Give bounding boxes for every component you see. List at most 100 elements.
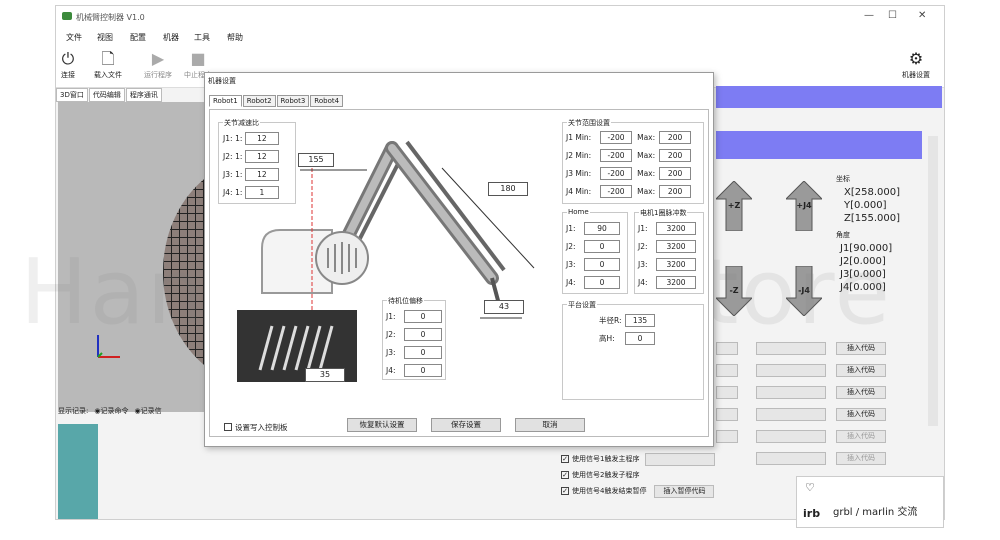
signal-button[interactable] [716, 386, 738, 399]
insert-code-button[interactable]: 插入代码 [836, 452, 886, 465]
checkbox-icon[interactable]: ✓ [561, 487, 569, 495]
community-popup[interactable]: ♡ irb grbl / marlin 交流 [796, 476, 944, 528]
height-input[interactable]: 0 [625, 331, 655, 345]
gear-icon: ⚙ [908, 49, 924, 68]
signal-button[interactable] [756, 364, 826, 377]
signal-options: ✓ 使用信号1触发主程序 ✓ 使用信号2触发子程序 ✓ 使用信号4触发结束暂停 插入暂停… [561, 451, 716, 499]
j1-home-input[interactable]: 90 [584, 221, 620, 235]
irb-logo: irb [803, 507, 821, 520]
write-to-board-checkbox-row[interactable]: 设置写入控制板 [224, 420, 288, 434]
tab-program-comm[interactable]: 程序通讯 [125, 88, 162, 102]
j3-max-input[interactable]: 200 [659, 166, 692, 180]
j4-offset-input[interactable]: 0 [404, 363, 442, 377]
insert-pause-code-button[interactable]: 插入暂停代码 [654, 484, 715, 498]
robot-tabs: Robot1 Robot2 Robot3 Robot4 [209, 95, 344, 107]
jog-z-plus-button[interactable]: +Z [716, 181, 752, 231]
j3-offset-input[interactable]: 0 [404, 345, 442, 359]
insert-code-button[interactable]: 插入代码 [836, 430, 886, 443]
power-icon: ⏻ [61, 49, 75, 68]
j4-pulse-input[interactable]: 3200 [656, 275, 696, 289]
j2-home-input[interactable]: 0 [584, 239, 620, 253]
j4-home-input[interactable]: 0 [584, 275, 620, 289]
tab-robot1[interactable]: Robot1 [209, 95, 242, 107]
menu-view[interactable]: 视图 [97, 32, 113, 43]
j1-min-input[interactable]: -200 [600, 130, 632, 144]
j2-max-input[interactable]: 200 [659, 148, 692, 162]
j1-offset-input[interactable]: 0 [404, 309, 442, 323]
load-file-button[interactable]: 🗋 载入文件 [88, 48, 128, 80]
signal-button[interactable] [645, 452, 716, 466]
radius-input[interactable]: 135 [625, 313, 655, 327]
tab-robot4[interactable]: Robot4 [310, 95, 344, 107]
home-group: Home J1: 90 J2: 0 J3: 0 J4: 0 [562, 208, 628, 294]
pulse-group: 电机1圈脉冲数 J1: 3200 J2: 3200 J3: 3200 J4: 3200 [634, 208, 704, 294]
x-coordinate: X[258.000] [844, 187, 901, 198]
insert-code-button[interactable]: 插入代码 [836, 364, 886, 377]
checkbox-icon[interactable]: ✓ [561, 455, 569, 463]
signal-button[interactable] [716, 430, 738, 443]
log-bar: 显示记录: ◉记录命令 ◉记录信 [58, 406, 206, 420]
app-icon [62, 12, 72, 20]
jog-j4-plus-button[interactable]: +J4 [786, 181, 822, 231]
dim-180-label: 180 [488, 182, 528, 196]
tab-3d-window[interactable]: 3D窗口 [56, 88, 88, 102]
restore-defaults-button[interactable]: 恢复默认设置 [347, 418, 417, 432]
log-label: 显示记录: [58, 407, 89, 415]
write-to-board-checkbox[interactable] [224, 423, 232, 431]
status-bar-mid [716, 131, 922, 159]
platform-group: 平台设置 半径R: 135 高H: 0 [562, 300, 704, 400]
log-commands-radio[interactable]: ◉记录命令 [94, 407, 128, 415]
signal4-checkbox-row[interactable]: ✓ 使用信号4触发结束暂停 插入暂停代码 [561, 483, 715, 499]
heart-icon: ♡ [805, 481, 815, 494]
signal-button[interactable] [716, 364, 738, 377]
j1-max-input[interactable]: 200 [659, 130, 692, 144]
save-settings-button[interactable]: 保存设置 [431, 418, 501, 432]
insert-code-button[interactable]: 插入代码 [836, 408, 886, 421]
dim-155-label: 155 [298, 153, 334, 167]
j2-min-input[interactable]: -200 [600, 148, 632, 162]
dialog-body: 关节减速比 J1: 1: 12 J2: 1: 12 J3: 1: 12 J4: … [209, 109, 709, 437]
j2-offset-input[interactable]: 0 [404, 327, 442, 341]
j4-max-input[interactable]: 200 [659, 184, 692, 198]
menu-tools[interactable]: 工具 [194, 32, 210, 43]
signal-button[interactable] [756, 452, 826, 465]
maximize-button[interactable]: ☐ [888, 10, 897, 21]
y-coordinate: Y[0.000] [844, 200, 887, 211]
j3-min-input[interactable]: -200 [600, 166, 632, 180]
dialog-title: 机器设置 [208, 77, 236, 85]
tab-robot3[interactable]: Robot3 [276, 95, 310, 107]
signal-button[interactable] [716, 408, 738, 421]
menu-help[interactable]: 帮助 [227, 32, 243, 43]
menu-file[interactable]: 文件 [66, 32, 82, 43]
tab-code-edit[interactable]: 代码编辑 [88, 88, 125, 102]
close-button[interactable]: ✕ [918, 10, 926, 21]
signal-button[interactable] [756, 408, 826, 421]
j4-min-input[interactable]: -200 [600, 184, 632, 198]
j2-pulse-input[interactable]: 3200 [656, 239, 696, 253]
signal-button[interactable] [756, 430, 826, 443]
window-title: 机械臂控制器 V1.0 [76, 13, 145, 22]
j3-pulse-input[interactable]: 3200 [656, 257, 696, 271]
signal2-checkbox-row[interactable]: ✓ 使用信号2触发子程序 [561, 467, 715, 483]
menu-config[interactable]: 配置 [130, 32, 146, 43]
run-program-button[interactable]: ▶ 运行程序 [138, 48, 178, 80]
signal-button[interactable] [756, 386, 826, 399]
j3-home-input[interactable]: 0 [584, 257, 620, 271]
output-panel [58, 424, 98, 519]
menu-machine[interactable]: 机器 [163, 32, 179, 43]
checkbox-icon[interactable]: ✓ [561, 471, 569, 479]
joint-range-group: 关节范围设置 J1 Min: -200 Max: 200 J2 Min: -200 M… [562, 118, 704, 204]
play-icon: ▶ [151, 49, 165, 68]
insert-code-button[interactable]: 插入代码 [836, 386, 886, 399]
view-tabs: 3D窗口 代码编辑 程序通讯 [56, 88, 163, 102]
popup-text: grbl / marlin 交流 [833, 507, 918, 518]
cancel-button[interactable]: 取消 [515, 418, 585, 432]
log-signal-radio[interactable]: ◉记录信 [134, 407, 161, 415]
signal1-checkbox-row[interactable]: ✓ 使用信号1触发主程序 [561, 451, 716, 467]
machine-settings-button[interactable]: ⚙ 机器设置 [896, 48, 936, 80]
tab-robot2[interactable]: Robot2 [242, 95, 276, 107]
connect-button[interactable]: ⏻ 连接 [48, 48, 88, 80]
minimize-button[interactable]: — [864, 10, 874, 21]
j1-pulse-input[interactable]: 3200 [656, 221, 696, 235]
status-bar-top [716, 86, 942, 108]
